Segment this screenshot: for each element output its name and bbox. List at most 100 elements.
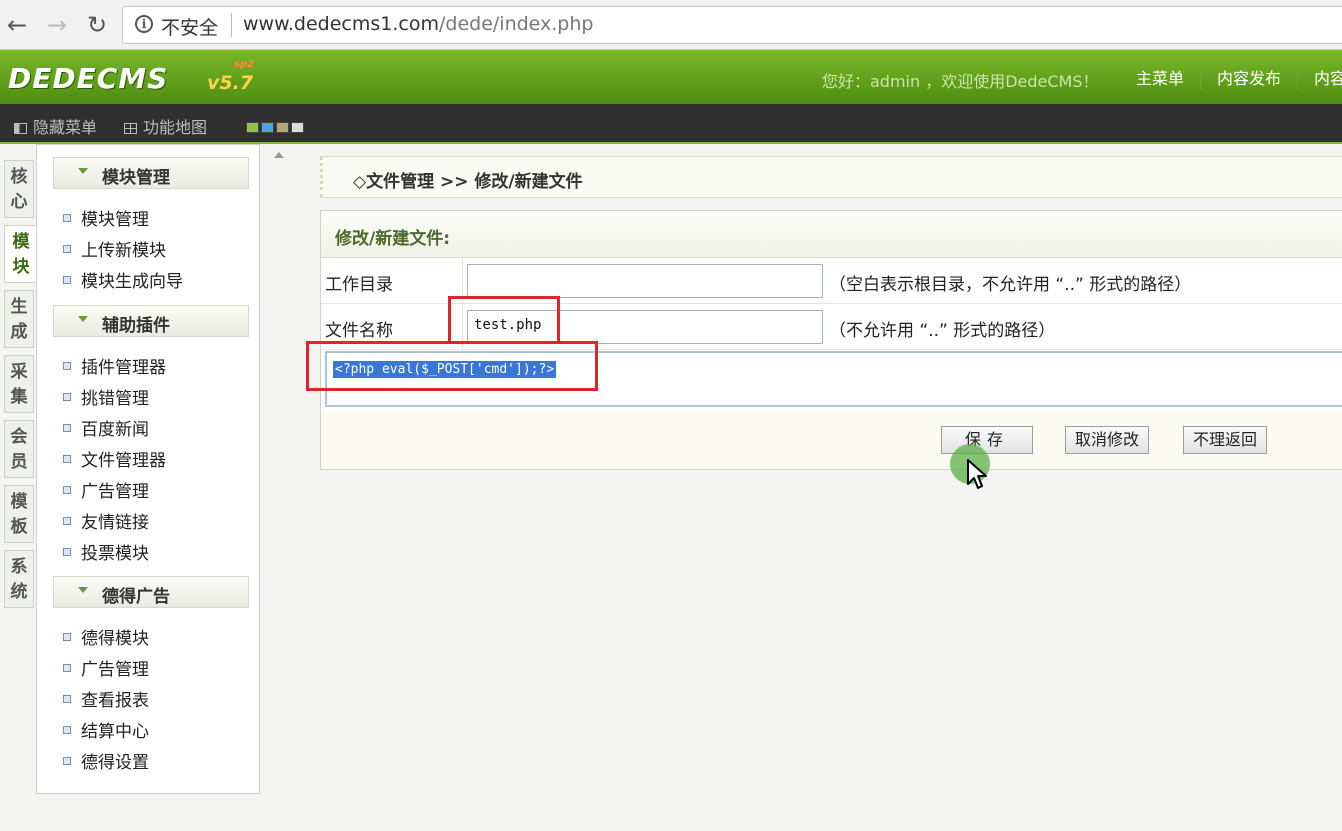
bullet-icon — [63, 664, 71, 672]
sidebar-item-settlement[interactable]: 结算中心 — [63, 717, 149, 742]
address-bar[interactable]: i 不安全 www.dedecms1.com/dede/index.php — [122, 6, 1342, 44]
bullet-icon — [63, 455, 71, 463]
sidebar-item-label: 广告管理 — [81, 660, 149, 680]
bullet-icon — [63, 362, 71, 370]
sidebar-item-file-manager[interactable]: 文件管理器 — [63, 446, 166, 471]
url-separator — [231, 13, 232, 37]
function-map-label: 功能地图 — [143, 118, 208, 137]
sidebar-item-dede-settings[interactable]: 德得设置 — [63, 748, 149, 773]
bullet-icon — [63, 633, 71, 641]
sidebar-item-label: 结算中心 — [81, 722, 149, 742]
nav-content[interactable]: 内容 — [1297, 68, 1342, 90]
vtab-generate[interactable]: 生成 — [4, 290, 34, 348]
sidebar-item-dede-module[interactable]: 德得模块 — [63, 624, 149, 649]
url-host: www.dedecms1.com — [243, 13, 439, 35]
sidebar-item-label: 模块生成向导 — [81, 272, 183, 292]
bullet-icon — [63, 757, 71, 765]
button-row: 保存 取消修改 不理返回 — [321, 411, 1342, 469]
chevron-down-icon — [78, 168, 88, 174]
sidebar-item-plugin-manager[interactable]: 插件管理器 — [63, 353, 166, 378]
sidebar-item-friend-links[interactable]: 友情链接 — [63, 508, 149, 533]
chevron-down-icon — [78, 587, 88, 593]
sidebar-item-label: 文件管理器 — [81, 451, 166, 471]
bullet-icon — [63, 424, 71, 432]
bullet-icon — [63, 214, 71, 222]
browser-toolbar: ← → ↻ i 不安全 www.dedecms1.com/dede/index.… — [0, 0, 1342, 50]
sidebar-item-error-report[interactable]: 挑错管理 — [63, 384, 149, 409]
theme-swatch-tan[interactable] — [276, 122, 289, 133]
filename-label: 文件名称 — [325, 321, 393, 341]
workdir-label-cell: 工作目录 — [321, 258, 463, 303]
sidebar-item-ad-management-2[interactable]: 广告管理 — [63, 655, 149, 680]
filename-hint: （不允许用 “..” 形式的路径） — [829, 321, 1056, 341]
app-header: DEDECMS v5.7 sp2 您好：admin ，欢迎使用DedeCMS！ … — [0, 50, 1342, 104]
reload-icon[interactable]: ↻ — [82, 8, 112, 42]
bullet-icon — [63, 726, 71, 734]
forward-arrow-icon[interactable]: → — [42, 8, 72, 42]
sidebar-item-label: 查看报表 — [81, 691, 149, 711]
sub-toolbar: 隐藏菜单 功能地图 — [0, 104, 1342, 144]
info-icon[interactable]: i — [135, 15, 153, 33]
workdir-input[interactable] — [467, 264, 823, 298]
hide-menu-label: 隐藏菜单 — [33, 118, 98, 137]
url-path: /dede/index.php — [438, 13, 594, 35]
sidebar-item-module-wizard[interactable]: 模块生成向导 — [63, 267, 183, 292]
sidebar-item-ad-management[interactable]: 广告管理 — [63, 477, 149, 502]
sidebar-item-label: 百度新闻 — [81, 420, 149, 440]
vtab-core[interactable]: 核心 — [4, 160, 34, 218]
scroll-up-icon[interactable] — [274, 152, 284, 158]
logo-version: v5.7 — [207, 72, 254, 94]
theme-swatch-green[interactable] — [246, 122, 259, 133]
insecure-label: 不安全 — [161, 17, 219, 39]
top-nav: 主菜单 内容发布 内容 — [1120, 68, 1342, 90]
sidebar-item-view-reports[interactable]: 查看报表 — [63, 686, 149, 711]
group-plugins[interactable]: 辅助插件 — [53, 305, 249, 337]
theme-swatches — [246, 118, 306, 137]
vtab-template[interactable]: 模板 — [4, 485, 34, 543]
welcome-text: 您好：admin ，欢迎使用DedeCMS！ — [822, 72, 1099, 91]
sidebar-item-vote-module[interactable]: 投票模块 — [63, 539, 149, 564]
nav-content-publish[interactable]: 内容发布 — [1200, 68, 1297, 90]
panel-title: 修改/新建文件: — [335, 229, 451, 249]
vertical-tabs: 核心 模块 生成 采集 会员 模板 系统 — [4, 160, 37, 615]
sidebar: 模块管理 模块管理 上传新模块 模块生成向导 辅助插件 插件管理器 挑错管理 百… — [36, 144, 260, 794]
sidebar-item-label: 挑错管理 — [81, 389, 149, 409]
group-dede-ads[interactable]: 德得广告 — [53, 576, 249, 608]
bullet-icon — [63, 517, 71, 525]
bullet-icon — [63, 276, 71, 284]
bullet-icon — [63, 393, 71, 401]
vtab-module[interactable]: 模块 — [4, 225, 37, 283]
function-map-button[interactable]: 功能地图 — [124, 114, 207, 138]
url-text[interactable]: www.dedecms1.com/dede/index.php — [243, 13, 593, 35]
group-title: 德得广告 — [102, 587, 170, 607]
sidebar-item-label: 上传新模块 — [81, 241, 166, 261]
workdir-hint: （空白表示根目录，不允许用 “..” 形式的路径） — [829, 275, 1192, 295]
theme-swatch-gray[interactable] — [291, 122, 304, 133]
sidebar-item-upload-module[interactable]: 上传新模块 — [63, 236, 166, 261]
sidebar-item-label: 模块管理 — [81, 210, 149, 230]
sidebar-item-module-management[interactable]: 模块管理 — [63, 205, 149, 230]
vtab-system[interactable]: 系统 — [4, 550, 34, 608]
sidebar-item-label: 广告管理 — [81, 482, 149, 502]
panel-title-bar: 修改/新建文件: — [321, 211, 1342, 258]
breadcrumb: ◇文件管理 >> 修改/新建文件 — [353, 172, 583, 192]
hide-menu-button[interactable]: 隐藏菜单 — [14, 114, 97, 138]
panel-toggle-icon — [14, 123, 27, 134]
group-title: 辅助插件 — [102, 316, 170, 336]
sidebar-item-label: 友情链接 — [81, 513, 149, 533]
group-module-management[interactable]: 模块管理 — [53, 157, 249, 189]
cancel-button[interactable]: 取消修改 — [1065, 426, 1149, 454]
annotation-box-code — [306, 341, 598, 391]
vtab-collect[interactable]: 采集 — [4, 355, 34, 413]
sidebar-item-baidu-news[interactable]: 百度新闻 — [63, 415, 149, 440]
workdir-label: 工作目录 — [325, 275, 393, 295]
vtab-member[interactable]: 会员 — [4, 420, 34, 478]
logo: DEDECMS — [8, 62, 169, 95]
theme-swatch-blue[interactable] — [261, 122, 274, 133]
back-button[interactable]: 不理返回 — [1183, 426, 1267, 454]
back-arrow-icon[interactable]: ← — [2, 8, 32, 42]
annotation-box-filename — [448, 296, 560, 344]
bullet-icon — [63, 245, 71, 253]
nav-main-menu[interactable]: 主菜单 — [1120, 68, 1200, 90]
logo-sup: sp2 — [234, 59, 255, 70]
